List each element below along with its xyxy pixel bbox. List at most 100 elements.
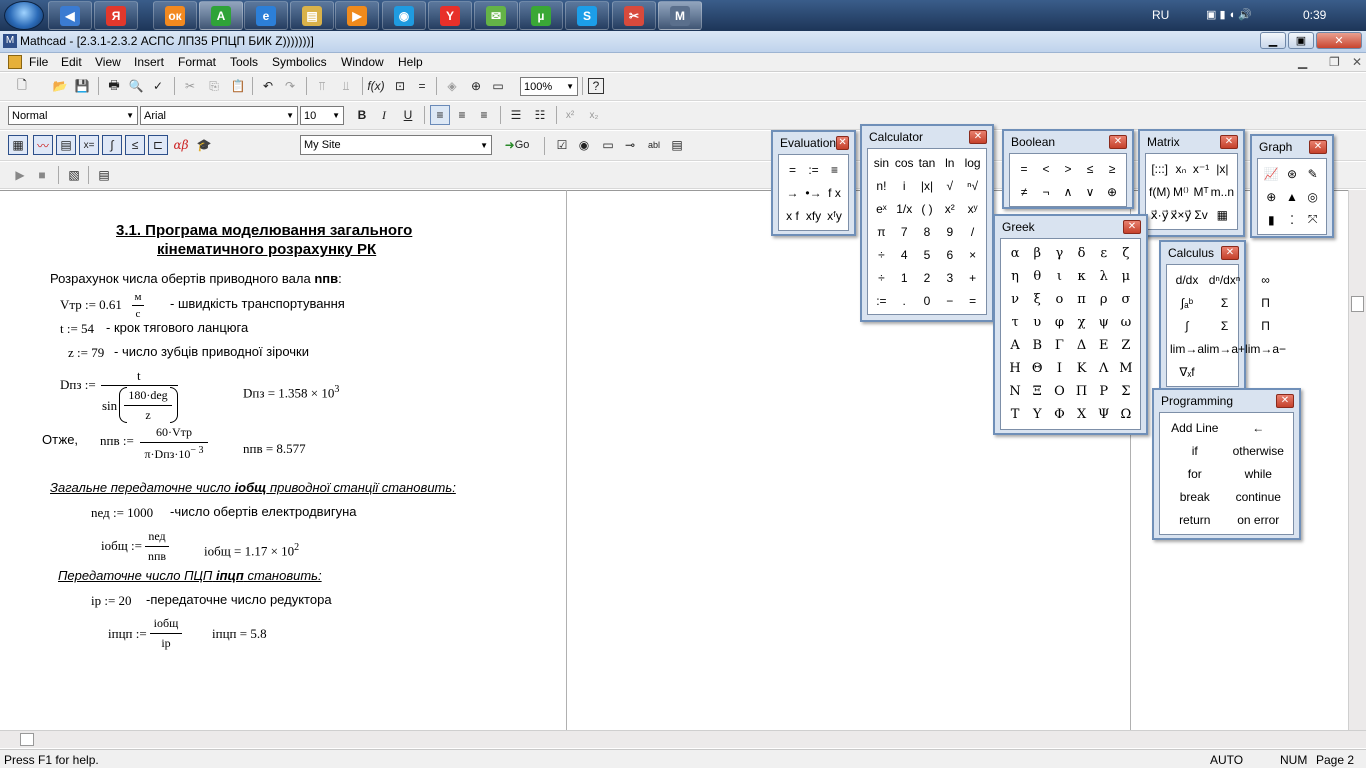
greek-toolbar-icon[interactable]: αβ xyxy=(171,135,191,155)
taskbar-button[interactable]: µ xyxy=(519,1,563,30)
greek-palette-button[interactable]: Β xyxy=(1026,334,1048,357)
calculator-palette-button[interactable]: − xyxy=(938,289,961,312)
bold-button[interactable]: B xyxy=(352,105,372,125)
graph-palette-button[interactable]: 📈 xyxy=(1261,162,1282,185)
greek-palette-button[interactable]: Σ xyxy=(1115,380,1137,403)
close-icon[interactable]: ✕ xyxy=(1123,220,1141,234)
calculator-palette-button[interactable]: × xyxy=(961,243,984,266)
style-select[interactable]: Normal ▼ xyxy=(8,106,138,125)
calculator-palette-button[interactable]: := xyxy=(870,289,893,312)
matrix-toolbar-icon[interactable]: ▤ xyxy=(56,135,76,155)
calculator-palette-button[interactable]: 1 xyxy=(893,266,916,289)
menu-tools[interactable]: Tools xyxy=(230,55,258,69)
programming-palette-button[interactable]: return xyxy=(1163,508,1227,531)
taskbar-button[interactable]: ✉ xyxy=(474,1,518,30)
graph-palette-button[interactable]: ⊛ xyxy=(1282,162,1303,185)
calculus-palette-button[interactable]: d/dx xyxy=(1170,268,1204,291)
matrix-palette-button[interactable]: x⃗·y⃗ xyxy=(1149,203,1170,226)
greek-palette-button[interactable]: β xyxy=(1026,242,1048,265)
go-button[interactable]: ➜ Go xyxy=(500,135,534,155)
greek-palette-button[interactable]: Ψ xyxy=(1093,403,1115,426)
spell-check-icon[interactable]: ✓ xyxy=(148,76,168,96)
greek-palette-button[interactable]: Ξ xyxy=(1026,380,1048,403)
calculator-palette-button[interactable]: ln xyxy=(938,151,961,174)
slider-control-icon[interactable]: ⊸ xyxy=(620,135,640,155)
matrix-palette-button[interactable]: f(M) xyxy=(1149,180,1170,203)
calculator-palette-button[interactable]: 4 xyxy=(893,243,916,266)
programming-palette-button[interactable]: break xyxy=(1163,485,1227,508)
resource-site-select[interactable]: My Site ▼ xyxy=(300,135,492,155)
insert-unit-icon[interactable]: ⊡ xyxy=(390,76,410,96)
greek-palette-button[interactable]: γ xyxy=(1048,242,1070,265)
menu-edit[interactable]: Edit xyxy=(61,55,82,69)
calculator-palette-button[interactable]: i xyxy=(893,174,916,197)
cut-icon[interactable]: ✂ xyxy=(180,76,200,96)
greek-palette-button[interactable]: Τ xyxy=(1004,403,1026,426)
menu-insert[interactable]: Insert xyxy=(134,55,164,69)
step-play-icon[interactable]: ▶ xyxy=(10,165,30,185)
calculator-palette-button[interactable]: x² xyxy=(938,197,961,220)
greek-palette-button[interactable]: φ xyxy=(1048,311,1070,334)
greek-palette-button[interactable]: σ xyxy=(1115,288,1137,311)
taskbar-button[interactable]: A xyxy=(199,1,243,30)
taskbar-button[interactable]: ◉ xyxy=(382,1,426,30)
calculus-palette-button[interactable]: Σ xyxy=(1204,314,1245,337)
taskbar-button[interactable]: ▶ xyxy=(335,1,379,30)
boolean-palette-button[interactable]: ≠ xyxy=(1013,180,1035,203)
boolean-palette-button[interactable]: ∨ xyxy=(1079,180,1101,203)
align-right-icon[interactable]: ≡ xyxy=(474,105,494,125)
matrix-palette-button[interactable]: xₙ xyxy=(1170,157,1191,180)
doc-minimize-button[interactable]: ▁ xyxy=(1298,55,1307,69)
greek-palette-button[interactable]: υ xyxy=(1026,311,1048,334)
scrollbar-thumb[interactable] xyxy=(20,733,34,746)
greek-palette-button[interactable]: ζ xyxy=(1115,242,1137,265)
close-icon[interactable]: ✕ xyxy=(1276,394,1294,408)
greek-palette-button[interactable]: δ xyxy=(1070,242,1092,265)
subscript-icon[interactable]: x₂ xyxy=(584,105,604,125)
copy-icon[interactable]: ⎘ xyxy=(204,76,224,96)
greek-palette-button[interactable]: Ε xyxy=(1093,334,1115,357)
calculator-palette-button[interactable]: π xyxy=(870,220,893,243)
calculator-palette-button[interactable]: xʸ xyxy=(961,197,984,220)
close-icon[interactable]: ✕ xyxy=(1220,135,1238,149)
programming-palette-button[interactable]: if xyxy=(1163,439,1227,462)
taskbar-button[interactable]: Y xyxy=(428,1,472,30)
calculator-palette-button[interactable]: 5 xyxy=(916,243,939,266)
boolean-palette-button[interactable]: ≤ xyxy=(1079,157,1101,180)
component-icon[interactable]: ◈ xyxy=(442,76,462,96)
evaluation-palette-button[interactable]: •→ xyxy=(803,181,824,204)
ned-definition[interactable]: nед := 1000 xyxy=(91,505,153,521)
close-icon[interactable]: ✕ xyxy=(836,136,849,150)
programming-palette-button[interactable]: continue xyxy=(1227,485,1291,508)
evaluation-palette-button[interactable]: = xyxy=(782,158,803,181)
calculus-palette-button[interactable]: lim→a− xyxy=(1245,337,1286,360)
calculator-palette-button[interactable]: √ xyxy=(938,174,961,197)
debug-page-icon[interactable]: ▤ xyxy=(94,165,114,185)
greek-palette-button[interactable]: λ xyxy=(1093,265,1115,288)
programming-palette-button[interactable]: Add Line xyxy=(1163,416,1227,439)
language-indicator[interactable]: RU xyxy=(1152,8,1169,22)
help-icon[interactable]: ? xyxy=(588,78,604,94)
matrix-palette-button[interactable]: M⁽⁾ xyxy=(1170,180,1191,203)
undo-icon[interactable]: ↶ xyxy=(258,76,278,96)
evaluation-palette-button[interactable]: f x xyxy=(824,181,845,204)
calculator-palette-button[interactable]: 6 xyxy=(938,243,961,266)
greek-palette-button[interactable]: ι xyxy=(1048,265,1070,288)
doc-close-button[interactable]: ✕ xyxy=(1352,55,1362,69)
calculus-palette-button[interactable]: ∇ₓf xyxy=(1170,360,1204,383)
calculus-palette-button[interactable]: Π xyxy=(1245,314,1286,337)
greek-palette-button[interactable]: Κ xyxy=(1070,357,1092,380)
calculator-palette-button[interactable]: ⁿ√ xyxy=(961,174,984,197)
font-select[interactable]: Arial ▼ xyxy=(140,106,298,125)
evaluation-palette-button[interactable]: x f xyxy=(782,204,803,227)
ir-definition[interactable]: iр := 20 xyxy=(91,593,132,609)
evaluation-palette-button[interactable]: ≡ xyxy=(824,158,845,181)
matrix-palette-button[interactable]: ▦ xyxy=(1211,203,1234,226)
calculator-palette-button[interactable]: sin xyxy=(870,151,893,174)
graph-toolbar-icon[interactable]: 〰 xyxy=(33,135,53,155)
maximize-button[interactable]: ▣ xyxy=(1288,32,1314,49)
calculus-palette-button[interactable]: dⁿ/dxⁿ xyxy=(1204,268,1245,291)
matrix-palette-button[interactable]: Σv xyxy=(1192,203,1211,226)
bullet-list-icon[interactable]: ☰ xyxy=(506,105,526,125)
boolean-palette-button[interactable]: ∧ xyxy=(1057,180,1079,203)
